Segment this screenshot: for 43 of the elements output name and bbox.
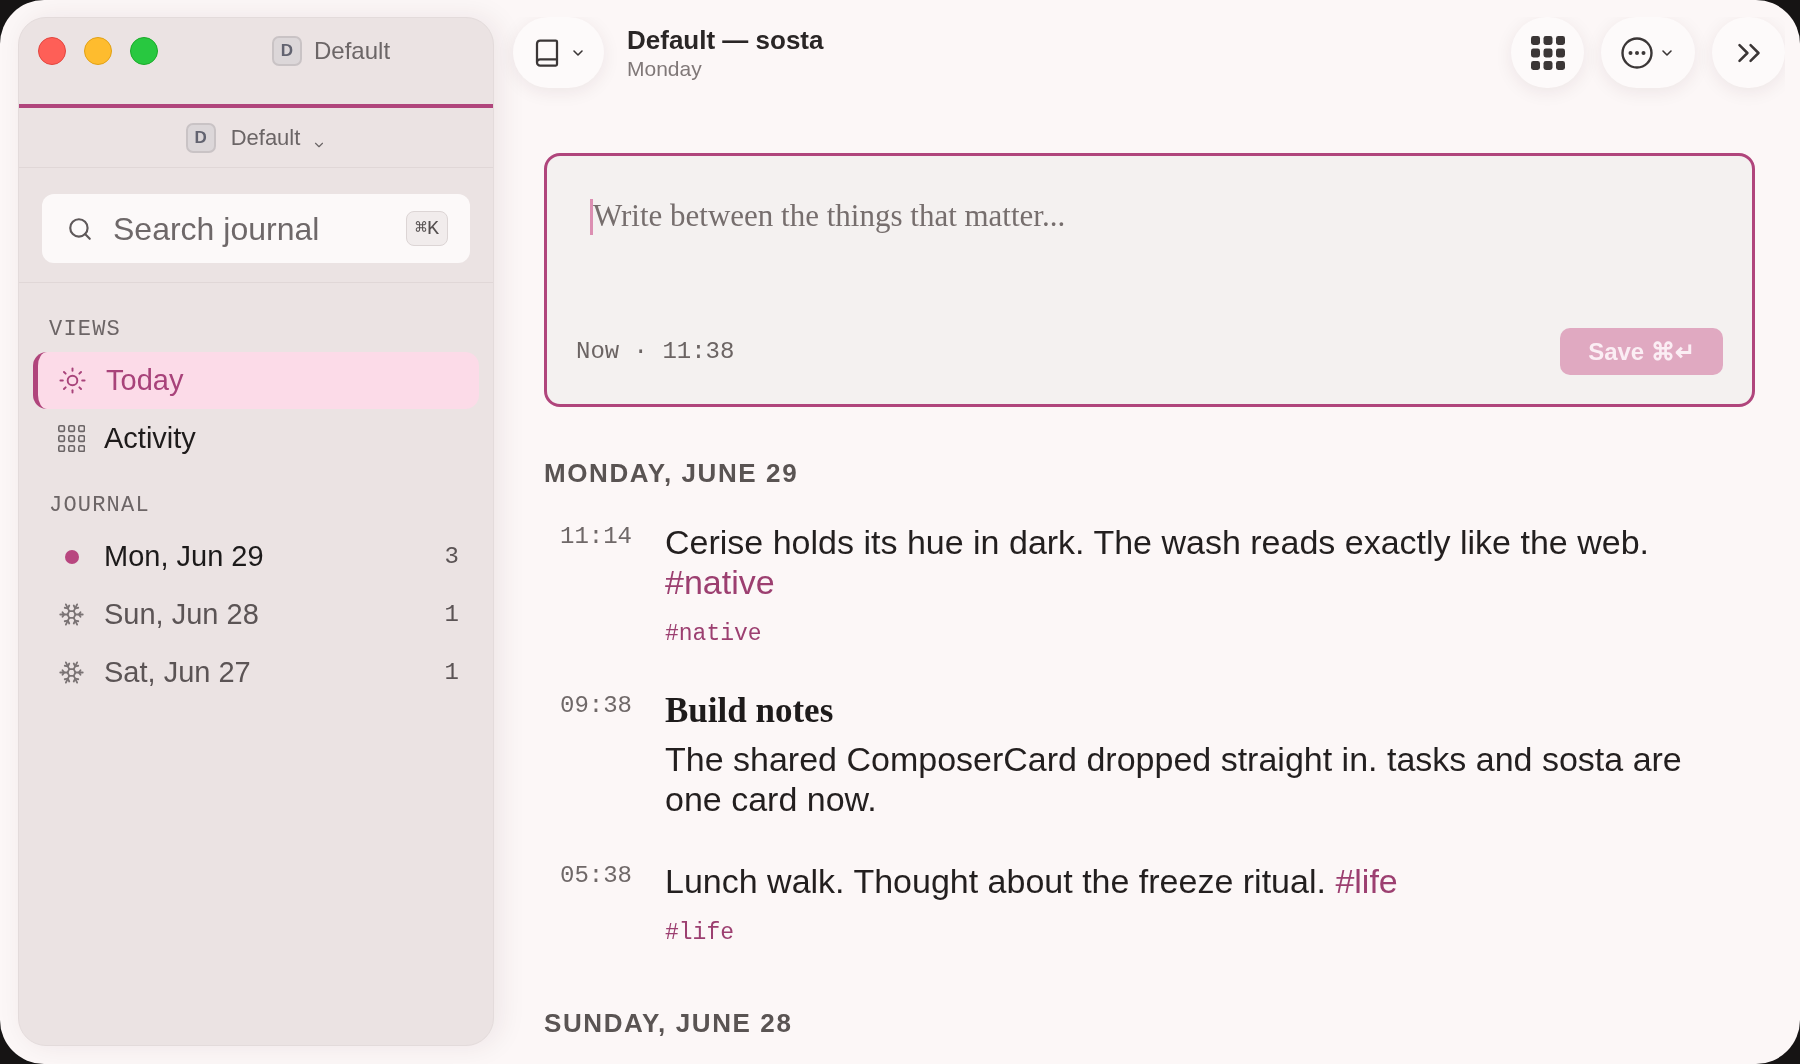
entry-count: 1 (444, 599, 459, 630)
shortcut-key: ⌘K (405, 211, 448, 246)
entry-time: 09:38 (560, 691, 632, 721)
section-heading: JOURNAL (48, 495, 151, 517)
page-subtitle: Monday (627, 55, 702, 82)
entry-text: Cerise holds its hue in dark. The wash reads exactly like the web. #native (665, 522, 1650, 602)
sun-icon (58, 366, 87, 395)
tag-link[interactable]: #native (665, 619, 762, 649)
sidebar-item[interactable]: Sat, Jun 27 1 (33, 644, 479, 701)
entry-time: 11:14 (560, 522, 632, 552)
sidebar-item[interactable]: Mon, Jun 29 3 (33, 528, 479, 585)
entry-input[interactable]: Write between the things that matter... (576, 196, 1723, 308)
day-heading: MONDAY, JUNE 29 (544, 458, 799, 488)
workspace-initial-badge: D (185, 122, 216, 153)
day-heading: SUNDAY, JUNE 28 (544, 1008, 793, 1038)
sidebar-item[interactable]: Sun, Jun 28 1 (33, 586, 479, 643)
entry-title: Build notes (665, 691, 834, 731)
ellipsis-circle-icon (1621, 36, 1653, 69)
search-icon (67, 215, 93, 242)
snowflake-icon (58, 659, 85, 686)
composer-timestamp: Now · 11:38 (576, 336, 735, 367)
close-button[interactable] (38, 37, 66, 65)
text-cursor (590, 199, 593, 235)
window-title: Default (314, 36, 391, 66)
tag-link[interactable]: #life (665, 918, 735, 948)
search-input[interactable]: Search journal (113, 204, 406, 253)
sidebar-item[interactable]: Activity (33, 410, 479, 467)
entry-count: 3 (444, 541, 459, 572)
hashtag-link[interactable]: #life (1335, 862, 1398, 900)
entry-text: The shared ComposerCard dropped straight in. tasks and sosta are one card now. (665, 739, 1683, 819)
entry-time: 05:38 (560, 861, 632, 891)
page-title: Default — sosta (627, 23, 824, 56)
hashtag-link[interactable]: #native (665, 563, 775, 601)
search-field[interactable]: Search journal ⌘K (42, 194, 470, 263)
workspace-initial-badge: D (272, 36, 302, 66)
workspace-switcher[interactable]: D Default (185, 121, 327, 154)
entry-text: Lunch walk. Thought about the freeze ritual. #life (665, 861, 1398, 901)
snowflake-icon (58, 601, 85, 628)
section-heading: VIEWS (48, 319, 122, 341)
entry-count: 1 (444, 657, 459, 688)
sidebar-item[interactable]: Today (33, 352, 479, 409)
grid-icon (1530, 35, 1565, 70)
grid-icon (58, 425, 85, 452)
